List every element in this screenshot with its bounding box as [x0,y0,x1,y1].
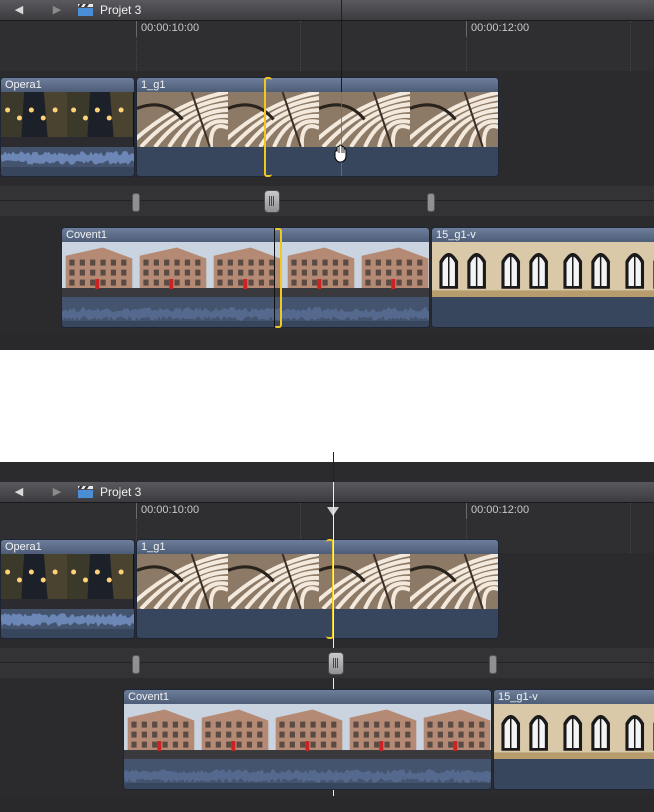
audio-waveform [124,769,491,783]
thumbnail-frame [618,704,654,759]
storyline-band [0,186,654,216]
project-title: Projet 3 [100,485,142,499]
annotation-line [333,452,334,482]
filmstrip [432,242,654,297]
thumbnail-frame [228,554,320,609]
filmstrip [62,242,429,297]
filmstrip [1,92,134,147]
clip-opera1[interactable]: Opera1 [0,539,135,639]
connection-point[interactable] [132,655,140,674]
annotation-line [341,0,342,20]
clip-opera1[interactable]: Opera1 [0,77,135,177]
back-arrow-icon[interactable]: ◀ [10,485,28,499]
clip-1-g1[interactable]: 1_g1 [136,77,499,177]
audio-waveform [1,151,134,165]
storyline-band [0,648,654,678]
audio-waveform [62,307,429,321]
thumbnail-frame [358,242,429,297]
clip-name: Opera1 [5,541,42,553]
thumbnail-frame [618,242,654,297]
timecode-label: 00:00:10:00 [141,22,200,34]
timecode-label: 00:00:12:00 [471,22,530,34]
filmstrip [124,704,491,759]
clip-1-g1[interactable]: 1_g1 [136,539,499,639]
playhead-line [274,228,275,328]
thumbnail-frame [272,704,347,759]
clip-name: 15_g1-v [498,691,538,703]
clip-covent1[interactable]: Covent1 [123,689,492,790]
thumbnail-frame [67,92,134,147]
clip-covent1[interactable]: Covent1 [61,227,430,328]
slip-handle[interactable] [328,652,344,675]
connection-point[interactable] [427,193,435,212]
clapperboard-icon [78,486,93,498]
thumbnail-frame [284,242,359,297]
audio-waveform [1,613,134,627]
thumbnail-frame [346,704,421,759]
thumbnail-frame [556,242,619,297]
forward-arrow-icon[interactable]: ▶ [48,3,66,17]
back-arrow-icon[interactable]: ◀ [10,3,28,17]
thumbnail-frame [67,554,134,609]
clip-name: 1_g1 [141,541,166,553]
clip-name: Covent1 [66,229,107,241]
thumbnail-frame [198,704,273,759]
clip-15-g1-v[interactable]: 15_g1-v [493,689,654,790]
connection-point[interactable] [132,193,140,212]
clip-name: 15_g1-v [436,229,476,241]
timecode-label: 00:00:12:00 [471,504,530,516]
thumbnail-frame [228,92,320,147]
thumbnail-frame [494,242,557,297]
project-title: Projet 3 [100,3,142,17]
selection-bracket[interactable] [274,228,282,328]
clip-name: Covent1 [128,691,169,703]
thumbnail-frame [124,704,199,759]
clip-15-g1-v[interactable]: 15_g1-v [431,227,654,328]
thumbnail-frame [494,704,557,759]
thumbnail-frame [410,92,498,147]
timeline-header: ◀ ▶ Projet 3 [0,0,654,21]
filmstrip [137,554,498,609]
slip-handle[interactable] [264,190,280,213]
thumbnail-frame [1,92,68,147]
timeline-panel-after: ◀ ▶ Projet 3 00:00:10:00 00:00:12:00 Ope… [0,462,654,812]
thumbnail-frame [420,704,491,759]
thumbnail-frame [319,92,411,147]
timecode-label: 00:00:10:00 [141,504,200,516]
filmstrip [137,92,498,147]
thumbnail-frame [410,554,498,609]
thumbnail-frame [137,92,229,147]
filmstrip [494,704,654,759]
thumbnail-frame [137,554,229,609]
selection-bracket[interactable] [264,77,272,177]
clapperboard-icon [78,4,93,16]
connection-point[interactable] [489,655,497,674]
timeline-header: ◀ ▶ Projet 3 [0,482,654,503]
thumbnail-frame [136,242,211,297]
clip-name: Opera1 [5,79,42,91]
forward-arrow-icon[interactable]: ▶ [48,485,66,499]
clip-name: 1_g1 [141,79,166,91]
thumbnail-frame [556,704,619,759]
filmstrip [1,554,134,609]
timeline-panel-before: ◀ ▶ Projet 3 00:00:10:00 00:00:12:00 Ope… [0,0,654,350]
thumbnail-frame [1,554,68,609]
thumbnail-frame [62,242,137,297]
time-ruler[interactable]: 00:00:10:00 00:00:12:00 [0,21,654,71]
hand-grab-icon [334,144,347,163]
thumbnail-frame [432,242,495,297]
